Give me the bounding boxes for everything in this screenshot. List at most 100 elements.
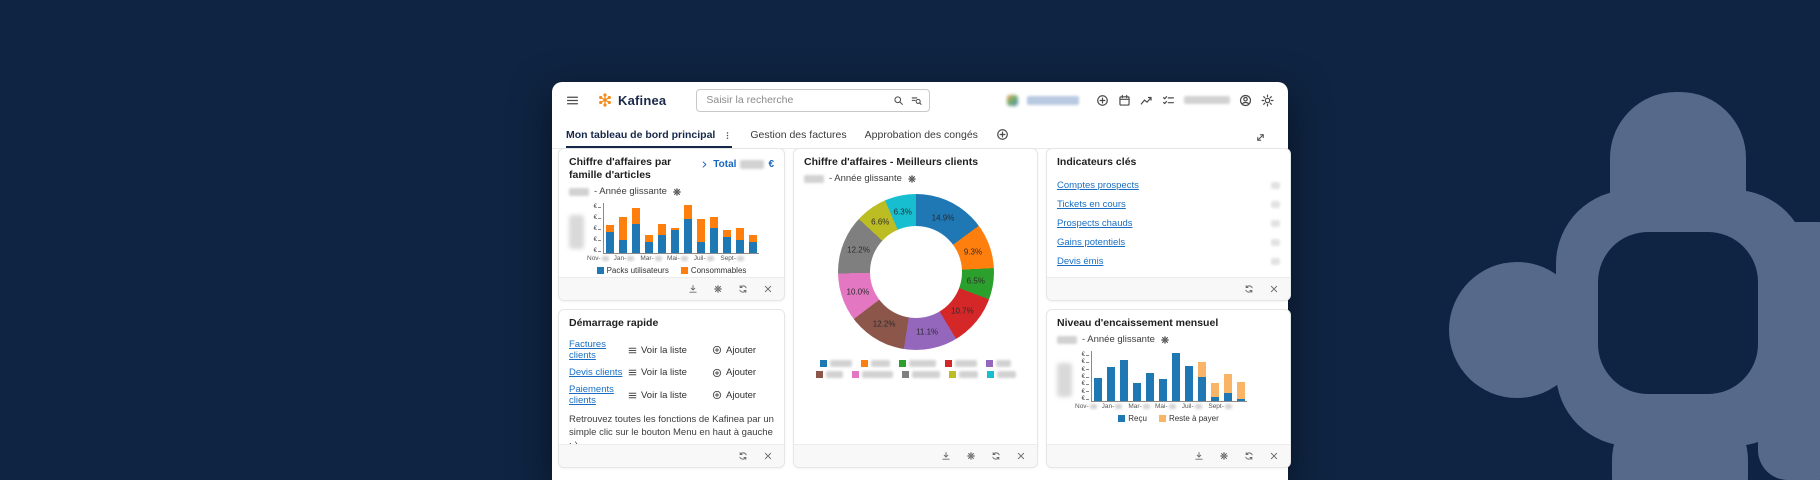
quick-start-rows: Factures clients Voir la liste Ajouter D… — [569, 339, 774, 406]
refresh-icon[interactable] — [991, 451, 1001, 461]
redacted-indicator-value — [1271, 201, 1280, 208]
ajouter-button[interactable]: Ajouter — [712, 345, 774, 356]
indicator-row: Gains potentiels — [1057, 233, 1280, 252]
close-icon[interactable] — [763, 284, 773, 294]
refresh-icon[interactable] — [1244, 451, 1254, 461]
settings-icon[interactable] — [713, 284, 723, 294]
gear-icon[interactable] — [672, 187, 682, 197]
calendar-icon[interactable] — [1118, 94, 1131, 107]
activity-icon[interactable] — [1140, 94, 1153, 107]
refresh-icon[interactable] — [738, 284, 748, 294]
refresh-icon[interactable] — [738, 451, 748, 461]
chevron-right-icon[interactable] — [700, 160, 709, 169]
donut-legend-item — [902, 371, 940, 378]
menu-button[interactable] — [566, 94, 579, 107]
ajouter-button[interactable]: Ajouter — [712, 367, 774, 378]
add-tab-button[interactable] — [996, 128, 1009, 148]
advanced-search-icon[interactable] — [911, 95, 922, 106]
indicator-row: Comptes prospects — [1057, 176, 1280, 195]
close-icon[interactable] — [1269, 451, 1279, 461]
devis-emis-link[interactable]: Devis émis — [1057, 256, 1103, 267]
tab-label: Gestion des factures — [750, 129, 846, 141]
settings-icon[interactable] — [966, 451, 976, 461]
donut-percentage-label: 11.1% — [916, 328, 938, 337]
donut-legend-item — [861, 360, 890, 367]
tab-gestion-des-factures[interactable]: Gestion des factures — [750, 129, 846, 148]
redacted-indicator-value — [1271, 220, 1280, 227]
brightness-icon[interactable] — [1261, 94, 1274, 107]
bar-chart-encaissement — [1091, 351, 1247, 402]
topbar-right — [1007, 94, 1274, 107]
factures-clients-link[interactable]: Factures clients — [569, 339, 628, 361]
search-icon[interactable] — [893, 95, 904, 106]
donut-percentage-label: 9.3% — [964, 247, 982, 256]
devis-clients-link[interactable]: Devis clients — [569, 367, 628, 378]
donut-hole — [870, 226, 962, 318]
redacted-client-name — [959, 371, 978, 378]
download-icon[interactable] — [1194, 451, 1204, 461]
donut-legend-item — [949, 371, 978, 378]
paiements-clients-link[interactable]: Paiements clients — [569, 384, 628, 406]
kafinea-logo-icon — [597, 92, 613, 108]
settings-icon[interactable] — [1219, 451, 1229, 461]
download-icon[interactable] — [941, 451, 951, 461]
redacted-client-name — [871, 360, 890, 367]
redacted-indicator-value — [1271, 239, 1280, 246]
period-label: - Année glissante — [1082, 334, 1155, 345]
period-row: - Année glissante — [569, 186, 774, 197]
redacted-client-name — [997, 371, 1016, 378]
tab-approbation-des-conges[interactable]: Approbation des congés — [865, 129, 978, 148]
quick-start-row: Devis clients Voir la liste Ajouter — [569, 367, 774, 378]
card-footer — [794, 444, 1037, 467]
card-demarrage-rapide: Démarrage rapide Factures clients Voir l… — [558, 309, 785, 468]
prospects-chauds-link[interactable]: Prospects chauds — [1057, 218, 1133, 229]
card-indicateurs-cles: Indicateurs clés Comptes prospects Ticke… — [1046, 148, 1291, 301]
donut-percentage-label: 10.0% — [847, 288, 870, 297]
quick-start-row: Paiements clients Voir la liste Ajouter — [569, 384, 774, 406]
comptes-prospects-link[interactable]: Comptes prospects — [1057, 180, 1139, 191]
close-icon[interactable] — [1016, 451, 1026, 461]
gains-potentiels-link[interactable]: Gains potentiels — [1057, 237, 1125, 248]
donut-percentage-label: 14.9% — [932, 213, 955, 222]
plus-circle-icon[interactable] — [1096, 94, 1109, 107]
indicator-row: Prospects chauds — [1057, 214, 1280, 233]
donut-percentage-label: 6.6% — [871, 218, 889, 227]
card-footer — [559, 444, 784, 467]
expand-dashboard-icon[interactable] — [1255, 132, 1266, 143]
card-title: Chiffre d'affaires - Meilleurs clients — [804, 156, 1027, 169]
card-title: Indicateurs clés — [1057, 156, 1280, 169]
legend-swatch — [1118, 415, 1125, 422]
voir-la-liste-button[interactable]: Voir la liste — [628, 367, 712, 378]
x-axis-ticks: Nov-Jan-Mar-Mai-Juil-Sept- — [587, 255, 747, 262]
tasks-icon[interactable] — [1162, 94, 1175, 107]
legend-label: Reste à payer — [1169, 414, 1219, 423]
card-footer — [559, 277, 784, 300]
donut-legend — [810, 360, 1022, 378]
redacted-user-name — [1184, 96, 1230, 104]
card-title: Démarrage rapide — [569, 317, 774, 330]
tickets-en-cours-link[interactable]: Tickets en cours — [1057, 199, 1126, 210]
account-icon[interactable] — [1239, 94, 1252, 107]
kebab-menu-icon[interactable] — [723, 131, 732, 140]
voir-la-liste-button[interactable]: Voir la liste — [628, 345, 712, 356]
search-box[interactable] — [696, 89, 930, 112]
gear-icon[interactable] — [1160, 335, 1170, 345]
tab-mon-tableau-de-bord[interactable]: Mon tableau de bord principal — [566, 129, 732, 149]
dashboard-tabbar: Mon tableau de bord principal Gestion de… — [552, 118, 1288, 149]
legend-swatch — [1159, 415, 1166, 422]
refresh-icon[interactable] — [1244, 284, 1254, 294]
gear-icon[interactable] — [907, 174, 917, 184]
ajouter-button[interactable]: Ajouter — [712, 390, 774, 401]
donut-legend-item — [816, 371, 843, 378]
dashboard-content: Chiffre d'affaires par famille d'article… — [552, 148, 1288, 480]
close-icon[interactable] — [763, 451, 773, 461]
chart-legend: Packs utilisateurs Consommables — [569, 266, 774, 275]
app-logo[interactable]: Kafinea — [597, 92, 666, 108]
redacted-period-value — [804, 175, 824, 183]
redacted-axis-values — [569, 215, 584, 249]
download-icon[interactable] — [688, 284, 698, 294]
voir-la-liste-button[interactable]: Voir la liste — [628, 390, 712, 401]
redacted-total-value — [740, 160, 764, 169]
close-icon[interactable] — [1269, 284, 1279, 294]
search-input[interactable] — [704, 93, 886, 107]
